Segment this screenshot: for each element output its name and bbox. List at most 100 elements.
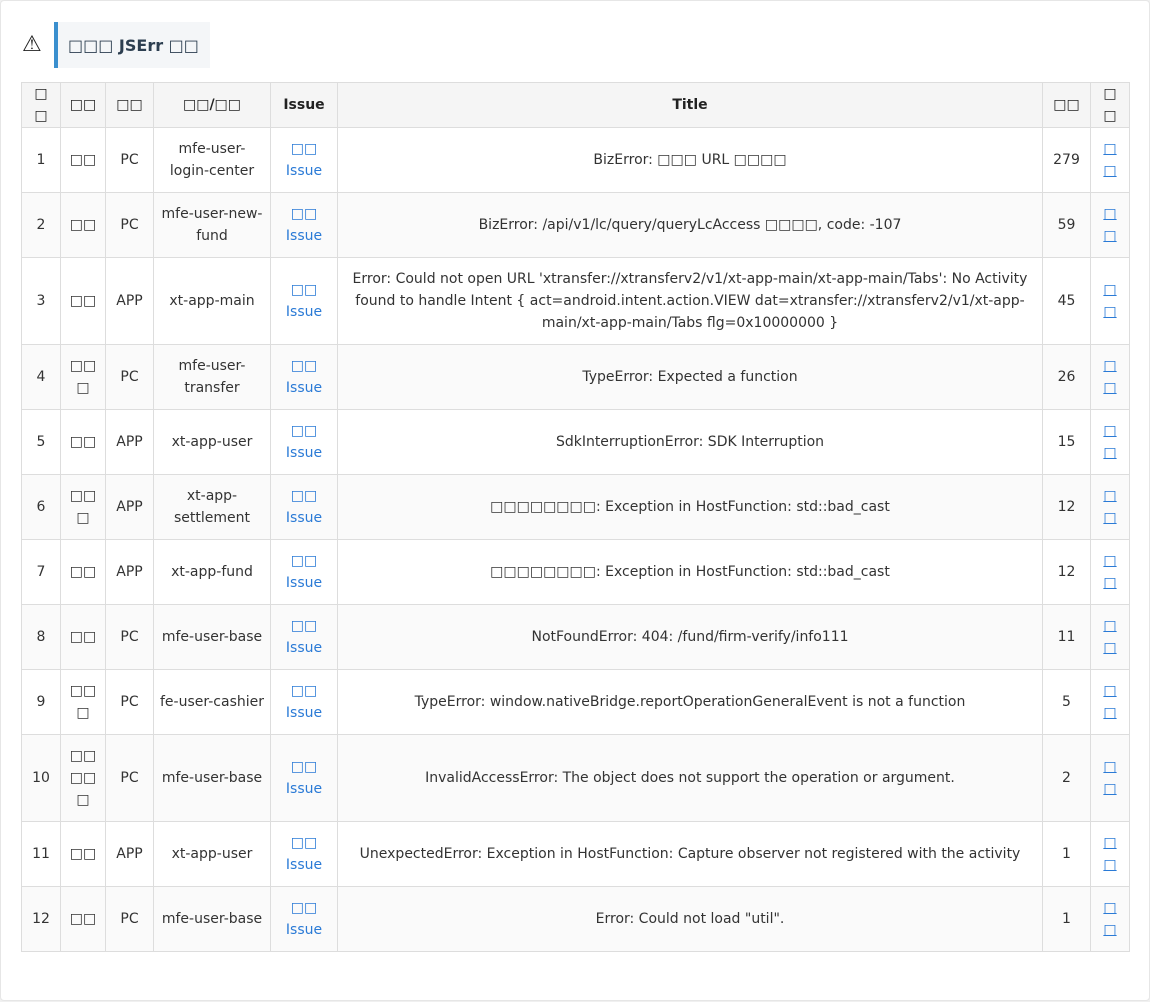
row-count-cell: 15 — [1042, 409, 1091, 475]
row-app: fe-user-cashier — [160, 694, 264, 710]
row-index-cell: 9 — [21, 669, 61, 735]
row-owner-cell: □□ — [60, 192, 106, 258]
row-owner: □□□ — [69, 683, 97, 721]
row-owner-cell: □□ — [60, 127, 106, 193]
row-owner-cell: □□□ — [60, 344, 106, 410]
row-platform: PC — [120, 217, 139, 233]
row-count-cell: 12 — [1042, 539, 1091, 605]
row-platform-cell: APP — [105, 821, 154, 887]
row-issue-link[interactable]: □□ Issue — [286, 618, 322, 656]
row-index-cell: 5 — [21, 409, 61, 475]
row-count: 1 — [1062, 846, 1071, 862]
row-title: BizError: /api/v1/lc/query/queryLcAccess… — [478, 217, 902, 233]
row-detail-link[interactable]: □□ — [1103, 282, 1116, 320]
row-owner-cell: □□ — [60, 886, 106, 952]
row-app: xt-app-main — [169, 293, 255, 309]
row-app: mfe-user-base — [161, 770, 263, 786]
row-platform-cell: PC — [105, 734, 154, 822]
row-app: xt-app-user — [171, 846, 253, 862]
row-owner-cell: □□□□□ — [60, 734, 106, 822]
row-owner: □□ — [69, 434, 97, 450]
row-count: 12 — [1057, 564, 1076, 580]
row-issue-link[interactable]: □□ Issue — [286, 423, 322, 461]
row-index-cell: 10 — [21, 734, 61, 822]
col-header-app: □□/□□ — [153, 82, 271, 128]
row-count: 59 — [1057, 217, 1076, 233]
row-app: mfe-user-login-center — [169, 141, 255, 179]
row-index-cell: 7 — [21, 539, 61, 605]
row-app-cell: xt-app-fund — [153, 539, 271, 605]
row-issue-link[interactable]: □□ Issue — [286, 553, 322, 591]
row-title: TypeError: Expected a function — [582, 369, 798, 385]
row-app: xt-app-settlement — [173, 488, 250, 526]
row-index-cell: 1 — [21, 127, 61, 193]
row-detail-link-cell: □□ — [1090, 257, 1130, 345]
row-title: SdkInterruptionError: SDK Interruption — [555, 434, 825, 450]
row-title: NotFoundError: 404: /fund/firm-verify/in… — [531, 629, 849, 645]
row-detail-link[interactable]: □□ — [1103, 759, 1116, 797]
row-index-cell: 8 — [21, 604, 61, 670]
table-row: 8 □□ PC mfe-user-base □□ Issue NotFoundError:… — [21, 604, 1130, 670]
row-count: 45 — [1057, 293, 1076, 309]
row-issue-link[interactable]: □□ Issue — [286, 835, 322, 873]
row-detail-link[interactable]: □□ — [1103, 423, 1116, 461]
report-header: ⚠ □□□ JSErr □□ — [22, 22, 210, 68]
row-title: BizError: □□□ URL □□□□ — [593, 152, 787, 168]
row-title-cell: Error: Could not load "util". — [337, 886, 1043, 952]
row-count: 11 — [1057, 629, 1076, 645]
row-count-cell: 11 — [1042, 604, 1091, 670]
row-detail-link[interactable]: □□ — [1103, 141, 1116, 179]
row-count-cell: 5 — [1042, 669, 1091, 735]
row-index: 10 — [32, 770, 50, 786]
row-platform: PC — [120, 152, 139, 168]
row-index: 4 — [36, 369, 46, 385]
row-count-cell: 59 — [1042, 192, 1091, 258]
row-issue-link[interactable]: □□ Issue — [286, 488, 322, 526]
row-detail-link[interactable]: □□ — [1103, 206, 1116, 244]
row-count-cell: 1 — [1042, 886, 1091, 952]
row-issue-link[interactable]: □□ Issue — [286, 282, 322, 320]
row-title: □□□□□□□□: Exception in HostFunction: std… — [490, 564, 890, 580]
table-row: 7 □□ APP xt-app-fund □□ Issue □□□□□□□□: Excep… — [21, 539, 1130, 605]
row-count: 15 — [1057, 434, 1076, 450]
table-header-row: □□ □□ □□ □□/□□ Issue Title □□ □□ — [21, 82, 1130, 128]
jserr-table: □□ □□ □□ □□/□□ Issue Title □□ □□ 1 □□ PC mf… — [21, 82, 1130, 952]
row-issue-link-cell: □□ Issue — [270, 604, 338, 670]
row-title: TypeError: window.nativeBridge.reportOpe… — [414, 694, 966, 710]
row-app: mfe-user-base — [161, 911, 263, 927]
row-app-cell: mfe-user-new-fund — [153, 192, 271, 258]
row-index: 1 — [36, 152, 46, 168]
row-issue-link[interactable]: □□ Issue — [286, 141, 322, 179]
row-platform: PC — [120, 629, 139, 645]
row-title-cell: BizError: □□□ URL □□□□ — [337, 127, 1043, 193]
col-header-title: Title — [337, 82, 1043, 128]
row-issue-link[interactable]: □□ Issue — [286, 759, 322, 797]
row-detail-link-cell: □□ — [1090, 734, 1130, 822]
row-detail-link[interactable]: □□ — [1103, 553, 1116, 591]
row-index: 7 — [36, 564, 46, 580]
row-count: 12 — [1057, 499, 1076, 515]
row-platform-cell: APP — [105, 539, 154, 605]
row-title-cell: UnexpectedError: Exception in HostFuncti… — [337, 821, 1043, 887]
row-issue-link[interactable]: □□ Issue — [286, 683, 322, 721]
row-issue-link[interactable]: □□ Issue — [286, 206, 322, 244]
row-detail-link[interactable]: □□ — [1103, 488, 1116, 526]
row-owner: □□□□□ — [69, 748, 97, 808]
row-owner: □□ — [69, 217, 97, 233]
row-detail-link[interactable]: □□ — [1103, 358, 1116, 396]
row-detail-link-cell: □□ — [1090, 127, 1130, 193]
row-index: 12 — [32, 911, 50, 927]
table-row: 10 □□□□□ PC mfe-user-base □□ Issue InvalidAcc… — [21, 734, 1130, 822]
row-detail-link[interactable]: □□ — [1103, 618, 1116, 656]
row-detail-link[interactable]: □□ — [1103, 683, 1116, 721]
row-platform-cell: PC — [105, 192, 154, 258]
row-issue-link-cell: □□ Issue — [270, 539, 338, 605]
row-platform: APP — [116, 846, 143, 862]
row-app-cell: mfe-user-login-center — [153, 127, 271, 193]
row-title-cell: TypeError: window.nativeBridge.reportOpe… — [337, 669, 1043, 735]
row-title: Error: Could not load "util". — [595, 911, 785, 927]
row-detail-link[interactable]: □□ — [1103, 900, 1116, 938]
row-issue-link[interactable]: □□ Issue — [286, 358, 322, 396]
row-issue-link[interactable]: □□ Issue — [286, 900, 322, 938]
row-detail-link[interactable]: □□ — [1103, 835, 1116, 873]
